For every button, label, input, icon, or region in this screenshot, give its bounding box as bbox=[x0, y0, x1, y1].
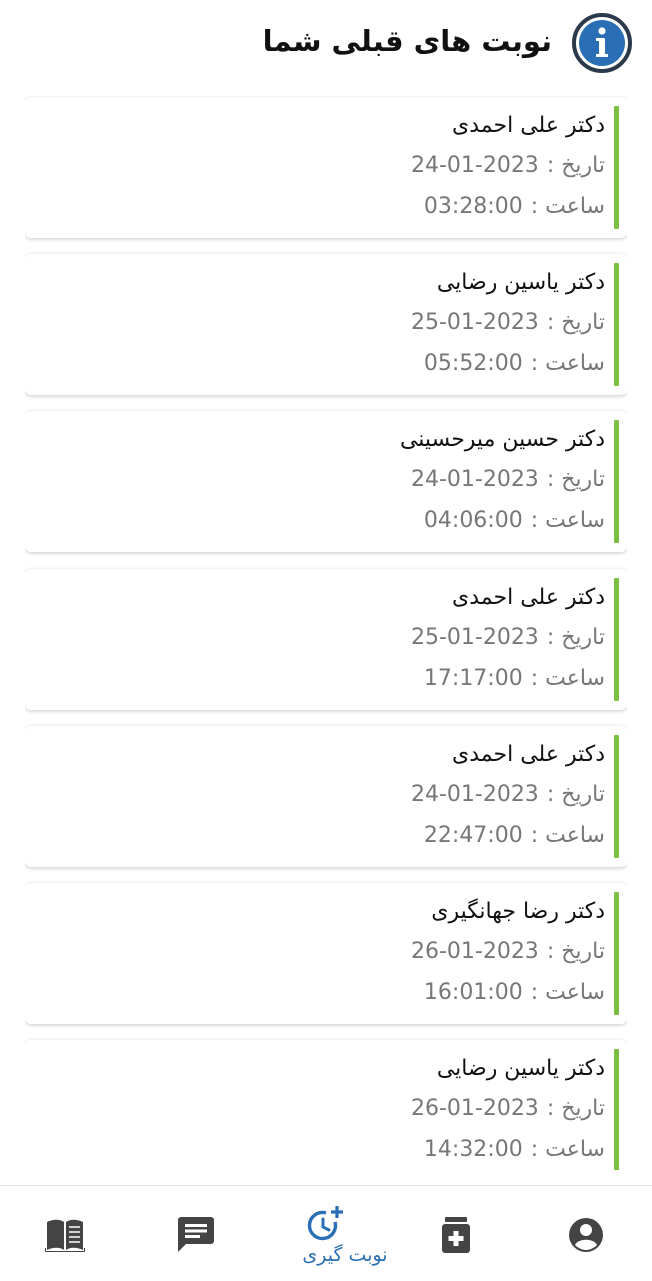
date-value: 26-01-2023 bbox=[410, 1096, 539, 1121]
clock-plus-icon bbox=[307, 1206, 343, 1241]
date-value: 24-01-2023 bbox=[410, 153, 539, 178]
time-label: ساعت : bbox=[530, 980, 605, 1005]
doctor-name: دکتر یاسین رضایی bbox=[436, 270, 605, 295]
nav-label-appointment: نوبت گیری bbox=[302, 1244, 388, 1266]
doctor-name: دکتر علی احمدی bbox=[452, 113, 605, 138]
time-row: ساعت : 16:01:00 bbox=[424, 980, 605, 1005]
date-row: تاریخ : 26-01-2023 bbox=[411, 1096, 605, 1121]
date-row: تاریخ : 25-01-2023 bbox=[411, 310, 605, 335]
date-row: تاریخ : 25-01-2023 bbox=[411, 625, 605, 650]
time-row: ساعت : 03:28:00 bbox=[424, 194, 605, 219]
date-value: 24-01-2023 bbox=[410, 782, 539, 807]
card-accent-bar bbox=[614, 420, 619, 543]
card-accent-bar bbox=[614, 892, 619, 1015]
date-label: تاریخ : bbox=[546, 939, 605, 964]
appointment-card[interactable]: دکتر یاسین رضایی تاریخ : 26-01-2023 ساعت … bbox=[25, 1040, 627, 1170]
date-row: تاریخ : 24-01-2023 bbox=[411, 782, 605, 807]
time-label: ساعت : bbox=[530, 823, 605, 848]
time-label: ساعت : bbox=[530, 351, 605, 376]
time-row: ساعت : 17:17:00 bbox=[424, 666, 605, 691]
appointment-card[interactable]: دکتر علی احمدی تاریخ : 24-01-2023 ساعت : 2… bbox=[25, 726, 627, 867]
time-label: ساعت : bbox=[530, 1137, 605, 1162]
time-row: ساعت : 05:52:00 bbox=[424, 351, 605, 376]
date-value: 25-01-2023 bbox=[410, 310, 539, 335]
date-label: تاریخ : bbox=[546, 782, 605, 807]
nav-item-account[interactable] bbox=[556, 1186, 616, 1281]
chat-icon bbox=[178, 1217, 214, 1252]
time-value: 04:06:00 bbox=[423, 508, 523, 533]
nav-item-chat[interactable] bbox=[166, 1186, 226, 1281]
card-accent-bar bbox=[614, 735, 619, 858]
doctor-name: دکتر حسین میرحسینی bbox=[399, 427, 605, 452]
date-label: تاریخ : bbox=[546, 625, 605, 650]
time-label: ساعت : bbox=[530, 194, 605, 219]
date-row: تاریخ : 24-01-2023 bbox=[411, 153, 605, 178]
nav-item-medicine[interactable] bbox=[426, 1186, 486, 1281]
doctor-name: دکتر رضا جهانگیری bbox=[431, 899, 605, 924]
nav-item-book[interactable] bbox=[36, 1186, 96, 1281]
time-value: 17:17:00 bbox=[423, 666, 523, 691]
time-row: ساعت : 22:47:00 bbox=[424, 823, 605, 848]
card-accent-bar bbox=[614, 1049, 619, 1170]
time-value: 22:47:00 bbox=[423, 823, 523, 848]
date-value: 26-01-2023 bbox=[410, 939, 539, 964]
date-label: تاریخ : bbox=[546, 467, 605, 492]
info-icon[interactable] bbox=[571, 12, 633, 74]
time-value: 05:52:00 bbox=[423, 351, 523, 376]
medicine-icon bbox=[442, 1217, 470, 1253]
date-value: 24-01-2023 bbox=[410, 467, 539, 492]
book-icon bbox=[45, 1219, 85, 1252]
time-value: 03:28:00 bbox=[423, 194, 523, 219]
appointment-card[interactable]: دکتر علی احمدی تاریخ : 24-01-2023 ساعت : 0… bbox=[25, 97, 627, 238]
appointment-list[interactable]: دکتر علی احمدی تاریخ : 24-01-2023 ساعت : 0… bbox=[25, 96, 627, 1170]
account-icon bbox=[569, 1218, 603, 1252]
date-row: تاریخ : 24-01-2023 bbox=[411, 467, 605, 492]
time-value: 14:32:00 bbox=[423, 1137, 523, 1162]
card-accent-bar bbox=[614, 263, 619, 386]
appointment-card[interactable]: دکتر یاسین رضایی تاریخ : 25-01-2023 ساعت … bbox=[25, 254, 627, 395]
doctor-name: دکتر علی احمدی bbox=[452, 585, 605, 610]
card-accent-bar bbox=[614, 106, 619, 229]
nav-item-appointment[interactable]: نوبت گیری bbox=[295, 1186, 395, 1281]
page-title: نوبت های قبلی شما bbox=[262, 24, 552, 58]
appointment-card[interactable]: دکتر علی احمدی تاریخ : 25-01-2023 ساعت : 1… bbox=[25, 569, 627, 710]
date-label: تاریخ : bbox=[546, 153, 605, 178]
date-value: 25-01-2023 bbox=[410, 625, 539, 650]
appointment-card[interactable]: دکتر حسین میرحسینی تاریخ : 24-01-2023 ساع… bbox=[25, 411, 627, 552]
card-accent-bar bbox=[614, 578, 619, 701]
time-value: 16:01:00 bbox=[423, 980, 523, 1005]
time-label: ساعت : bbox=[530, 508, 605, 533]
time-row: ساعت : 14:32:00 bbox=[424, 1137, 605, 1162]
time-row: ساعت : 04:06:00 bbox=[424, 508, 605, 533]
header: نوبت های قبلی شما bbox=[0, 0, 652, 88]
doctor-name: دکتر علی احمدی bbox=[452, 742, 605, 767]
date-row: تاریخ : 26-01-2023 bbox=[411, 939, 605, 964]
appointment-card[interactable]: دکتر رضا جهانگیری تاریخ : 26-01-2023 ساعت… bbox=[25, 883, 627, 1024]
bottom-navigation: نوبت گیری bbox=[0, 1185, 652, 1280]
time-label: ساعت : bbox=[530, 666, 605, 691]
doctor-name: دکتر یاسین رضایی bbox=[436, 1056, 605, 1081]
date-label: تاریخ : bbox=[546, 1096, 605, 1121]
date-label: تاریخ : bbox=[546, 310, 605, 335]
